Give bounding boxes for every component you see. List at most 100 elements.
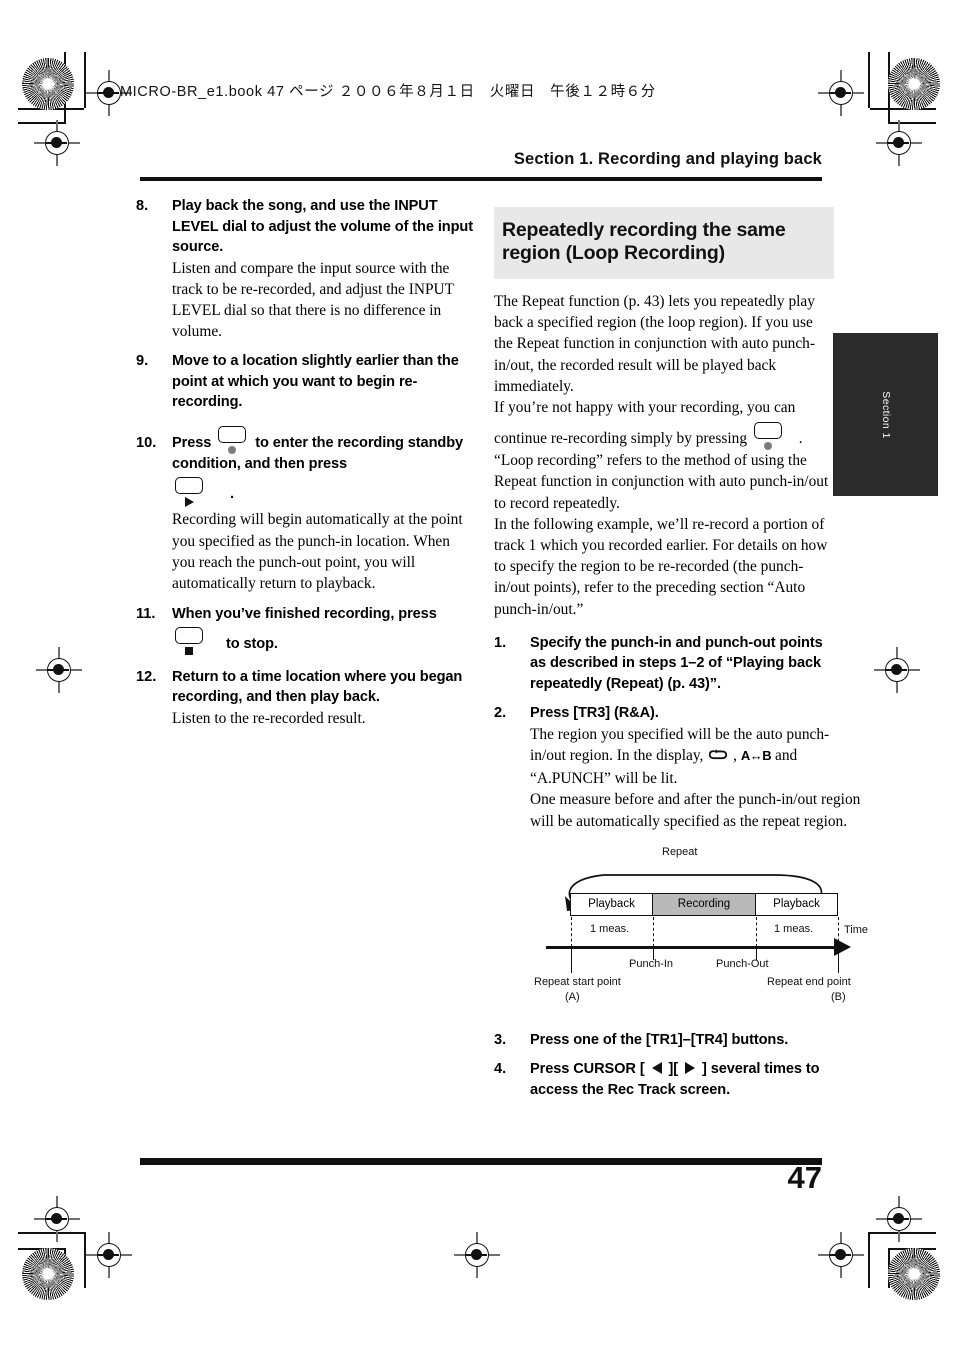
step-8-text: Listen and compare the input source with…: [172, 259, 454, 341]
registration-starburst-top-right: [888, 58, 940, 110]
step-9-title: Move to a location slightly earlier than…: [172, 353, 459, 411]
rc-step-1: 1. Specify the punch-in and punch-out po…: [494, 633, 834, 695]
registration-cross-bottom-right: [818, 1232, 864, 1278]
rc-step-3-body: Press one of the [TR1]–[TR4] buttons.: [530, 1030, 834, 1051]
figure-dash-repeat-start: [571, 916, 572, 947]
step-10-title-part-c: .: [229, 486, 234, 503]
figure-dash-punch-out: [756, 916, 757, 947]
registration-starburst-bottom-left: [22, 1248, 74, 1300]
intro-paragraph-5: In the following example, we’ll re-recor…: [494, 515, 828, 618]
rc-step-4: 4. Press CURSOR [ ][ ] several times to …: [494, 1059, 834, 1100]
rc-step-2-number: 2.: [494, 705, 507, 722]
step-10-title: Press to enter the recording standby con…: [172, 425, 476, 475]
step-12-body: Return to a time location where you bega…: [172, 667, 476, 729]
figure-punch-out-label: Punch-Out: [716, 957, 769, 970]
step-11-title-b: to stop.: [225, 635, 278, 652]
figure-band-recording: Recording: [652, 892, 756, 916]
rc-step-2-comma: ,: [733, 747, 737, 765]
figure-band-playback-left-label: Playback: [588, 897, 635, 910]
figure-time-label: Time: [844, 923, 869, 936]
cursor-left-icon: [651, 1062, 662, 1075]
figure-band-playback-left: Playback: [570, 892, 653, 916]
figure-repeat-end-label: Repeat end point: [767, 975, 851, 988]
registration-cross-bottom-left: [86, 1232, 132, 1278]
registration-cross-left-middle: [36, 647, 82, 693]
registration-starburst-top-left: [22, 58, 74, 110]
right-column: Repeatedly recording the same region (Lo…: [494, 207, 868, 1109]
step-10: 10. Press to enter the recording standby…: [136, 425, 476, 594]
intro-3-part-b: .: [798, 430, 803, 448]
step-8: 8. Play back the song, and use the INPUT…: [136, 196, 476, 342]
step-9: 9. Move to a location slightly earlier t…: [136, 351, 476, 413]
record-button-icon-inline: [753, 422, 784, 451]
step-12: 12. Return to a time location where you …: [136, 667, 476, 729]
step-8-body: Play back the song, and use the INPUT LE…: [172, 196, 476, 342]
step-10-title-part-a: Press: [172, 434, 212, 451]
loop-recording-figure: Repeat Playback Recording Playback 1 mea…: [534, 845, 868, 1003]
rc-step-3-number: 3.: [494, 1031, 507, 1048]
intro-paragraph-2: If you’re not happy with your recording,…: [494, 399, 796, 417]
registration-cross-right-middle: [874, 647, 920, 693]
step-9-body: Move to a location slightly earlier than…: [172, 351, 476, 413]
step-10-number: 10.: [136, 434, 157, 451]
figure-time-axis: [546, 945, 836, 949]
registration-cross-right-upper: [876, 120, 922, 166]
section-thumb-tab: Section 1: [833, 333, 938, 496]
registration-cross-left-lower: [34, 1196, 80, 1242]
header-rule: [140, 177, 822, 181]
registration-cross-right-lower: [876, 1196, 922, 1242]
rc-step-4-part-a: Press CURSOR [: [530, 1061, 645, 1078]
crop-mark-bottom-right-v: [868, 1232, 870, 1288]
section-heading-block: Repeatedly recording the same region (Lo…: [494, 207, 834, 279]
step-11-body: When you’ve finished recording, press to…: [172, 604, 476, 655]
rc-step-2-text-a: The region you specified will be the aut…: [530, 724, 864, 790]
left-column: 8. Play back the song, and use the INPUT…: [136, 196, 476, 738]
intro-paragraph-1: The Repeat function (p. 43) lets you rep…: [494, 293, 815, 395]
rc-step-2-title: Press [TR3] (R&A).: [530, 705, 659, 722]
intro-paragraph-3: continue re-recording simply by pressing…: [494, 422, 834, 451]
step-9-number: 9.: [136, 353, 149, 370]
figure-tick-repeat-end: [838, 945, 840, 973]
rc-step-2-text-b: One measure before and after the punch-i…: [530, 791, 861, 830]
rc-step-2: 2. Press [TR3] (R&A). The region you spe…: [494, 703, 868, 1008]
rc-step-1-body: Specify the punch-in and punch-out point…: [530, 633, 834, 695]
rc-step-4-number: 4.: [494, 1061, 507, 1078]
record-button-icon: [218, 425, 248, 454]
figure-repeat-start-id: (A): [565, 990, 580, 1003]
step-8-number: 8.: [136, 198, 149, 214]
step-10-title-part-b: to enter the recording standby condition…: [172, 434, 464, 472]
stop-button-icon: [175, 626, 205, 655]
rc-step-3: 3. Press one of the [TR1]–[TR4] buttons.: [494, 1030, 834, 1051]
figure-band-recording-label: Recording: [677, 897, 731, 910]
rc-step-1-number: 1.: [494, 634, 507, 651]
step-12-text: Listen to the re-recorded result.: [172, 709, 366, 727]
repeat-loop-icon: [709, 747, 728, 768]
figure-punch-in-label: Punch-In: [629, 957, 674, 970]
rc-step-1-title: Specify the punch-in and punch-out point…: [530, 634, 823, 692]
crop-mark-top-right-v: [868, 52, 870, 108]
intro-3-part-a: continue re-recording simply by pressing: [494, 430, 748, 448]
rc-step-4-part-b: ][: [668, 1061, 679, 1078]
step-11-stop-line: to stop.: [172, 626, 476, 655]
figure-dash-punch-in: [653, 916, 654, 947]
play-button-icon: [175, 477, 205, 508]
step-8-title: Play back the song, and use the INPUT LE…: [172, 198, 474, 255]
page-number: 47: [787, 1160, 822, 1195]
figure-band-playback-right-label: Playback: [773, 897, 820, 910]
figure-time-arrowhead: [834, 937, 851, 956]
step-11-title-a: When you’ve finished recording, press: [172, 606, 437, 623]
step-10-play-line: .: [172, 477, 476, 508]
section-heading-title: Repeatedly recording the same region (Lo…: [502, 219, 786, 264]
registration-cross-bottom-center: [454, 1232, 500, 1278]
cursor-right-icon: [685, 1062, 696, 1075]
step-10-text: Recording will begin automatically at th…: [172, 511, 463, 592]
registration-starburst-bottom-right: [888, 1248, 940, 1300]
running-head: Section 1. Recording and playing back: [513, 150, 822, 168]
figure-tick-repeat-start: [571, 945, 573, 973]
rc-step-2-body: Press [TR3] (R&A). The region you specif…: [530, 703, 868, 1008]
figure-repeat-label: Repeat: [662, 845, 698, 858]
step-11-number: 11.: [136, 606, 156, 623]
figure-repeat-start-label: Repeat start point: [534, 975, 621, 988]
ab-repeat-icon: A↔B: [740, 748, 772, 764]
figure-band-playback-right: Playback: [755, 892, 838, 916]
